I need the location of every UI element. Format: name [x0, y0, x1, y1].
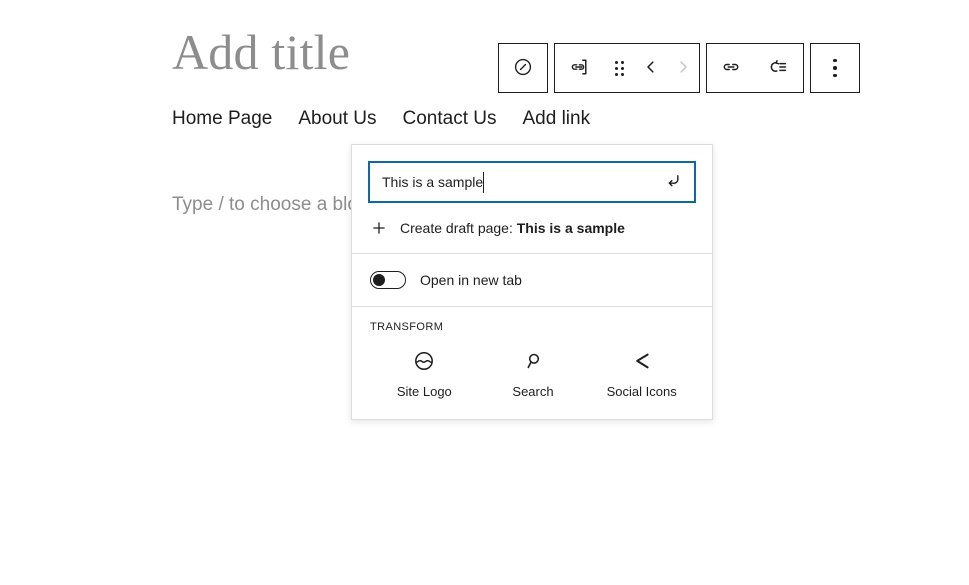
- link-icon-button[interactable]: [707, 44, 755, 92]
- link-search-section: [352, 145, 712, 203]
- block-toolbar: [498, 43, 860, 93]
- transform-option-site-logo[interactable]: Site Logo: [370, 347, 479, 401]
- nav-item-home-page[interactable]: Home Page: [172, 105, 272, 133]
- navigation-block: Home Page About Us Contact Us Add link: [172, 105, 591, 157]
- block-placeholder-text[interactable]: Type / to choose a blo: [172, 190, 358, 220]
- move-left-button[interactable]: [635, 44, 667, 92]
- site-logo-icon: [412, 349, 436, 373]
- transform-heading: TRANSFORM: [370, 321, 444, 333]
- create-draft-prefix: Create draft page:: [400, 220, 517, 236]
- page-link-icon-button[interactable]: [555, 44, 603, 92]
- navigation-compass-icon: [512, 56, 534, 81]
- nav-item-label: Add link: [522, 108, 591, 129]
- plus-icon: [370, 219, 388, 237]
- page-link-icon: [568, 56, 590, 81]
- add-submenu-icon: [768, 56, 790, 81]
- text-cursor: [483, 172, 484, 193]
- toolbar-group-block-type: [498, 43, 548, 93]
- link-settings-section: Open in new tab: [352, 254, 712, 306]
- create-draft-label: Create draft page: This is a sample: [400, 220, 625, 236]
- draft-squiggle-underline-icon: [521, 137, 591, 157]
- social-share-icon: [630, 349, 654, 373]
- more-options-button[interactable]: [811, 44, 859, 92]
- transform-option-label: Search: [512, 384, 554, 399]
- link-submit-button[interactable]: [658, 167, 688, 197]
- chevron-left-icon: [642, 58, 660, 79]
- open-in-new-tab-label: Open in new tab: [420, 272, 522, 288]
- move-right-button[interactable]: [667, 44, 699, 92]
- nav-item-label: Home Page: [172, 108, 273, 129]
- toolbar-group-movers: [554, 43, 700, 93]
- toolbar-group-link: [706, 43, 804, 93]
- post-title-placeholder[interactable]: Add title: [172, 22, 350, 82]
- transform-option-search[interactable]: Search: [479, 347, 588, 401]
- chevron-right-icon: [674, 58, 692, 79]
- drag-handle-icon-button[interactable]: [603, 44, 635, 92]
- editor-canvas: Add title Home Page About Us Contact Us …: [0, 0, 969, 585]
- navigation-compass-icon-button[interactable]: [499, 44, 547, 92]
- transform-options-list: Site Logo Search Social Icons: [370, 347, 696, 401]
- open-in-new-tab-toggle[interactable]: [370, 271, 406, 289]
- link-search-input[interactable]: [370, 163, 694, 201]
- return-arrow-icon: [663, 171, 683, 194]
- nav-item-add-link[interactable]: Add link: [521, 105, 591, 157]
- more-options-icon: [833, 58, 837, 78]
- nav-item-about-us[interactable]: About Us: [298, 105, 376, 133]
- nav-item-label: About Us: [298, 108, 377, 129]
- create-draft-term: This is a sample: [516, 220, 625, 236]
- link-control-popover: Create draft page: This is a sample Open…: [351, 144, 713, 420]
- search-icon: [521, 349, 545, 373]
- transform-section: TRANSFORM Site Logo Search Social Icons: [352, 307, 712, 419]
- transform-option-label: Site Logo: [396, 384, 452, 399]
- toolbar-group-options: [810, 43, 860, 93]
- nav-item-contact-us[interactable]: Contact Us: [403, 105, 497, 133]
- drag-handle-icon: [614, 60, 624, 76]
- link-icon: [720, 56, 742, 81]
- transform-option-label: Social Icons: [606, 384, 677, 399]
- add-submenu-icon-button[interactable]: [755, 44, 803, 92]
- link-search-field-wrapper: [368, 161, 696, 203]
- toggle-knob: [373, 274, 385, 286]
- create-draft-page-option[interactable]: Create draft page: This is a sample: [352, 203, 712, 253]
- nav-item-label: Contact Us: [402, 108, 497, 129]
- transform-option-social-icons[interactable]: Social Icons: [587, 347, 696, 401]
